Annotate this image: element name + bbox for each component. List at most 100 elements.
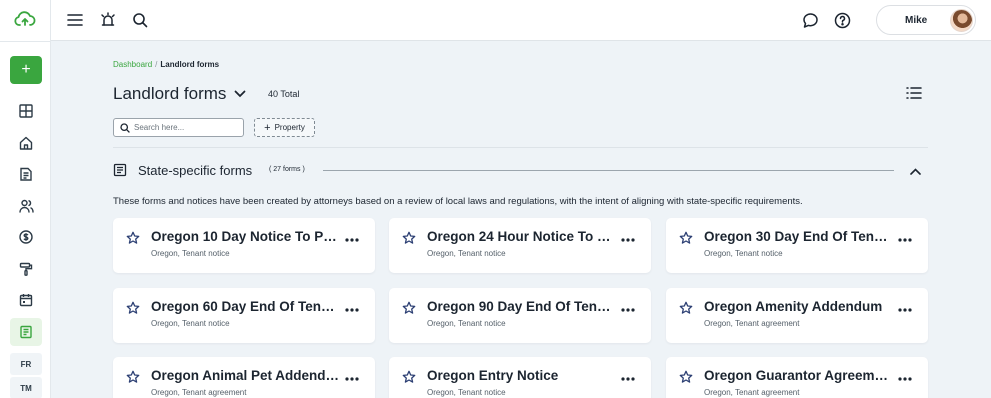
user-name: Mike [905,15,928,26]
grid-icon [19,104,33,118]
sidebar-item-calendar[interactable] [15,289,37,311]
add-button[interactable]: + [10,56,42,84]
form-card-subtitle: Oregon, Tenant notice [427,319,506,328]
chevron-up-icon [909,167,921,175]
form-card[interactable]: Oregon Entry Notice Oregon, Tenant notice [389,357,651,398]
form-card[interactable]: Oregon Guarantor Agreement Oregon, Tenant… [666,357,928,398]
form-card-subtitle: Oregon, Tenant agreement [151,388,247,397]
breadcrumb-dashboard-link[interactable]: Dashboard [113,60,152,69]
star-icon[interactable] [402,301,416,320]
form-card-subtitle: Oregon, Tenant notice [704,249,783,258]
user-menu[interactable]: Mike [876,5,976,35]
sidebar-item-dashboard[interactable] [15,100,37,122]
page-title: Landlord forms [113,84,227,103]
calendar-icon [19,294,33,307]
search-icon[interactable] [129,9,151,31]
property-filter-label: Property [274,123,305,132]
more-options-icon[interactable] [619,234,637,246]
sidebar: + FR TM [0,0,51,398]
divider [113,147,928,148]
total-count: 40 Total [268,89,300,99]
form-card-title: Oregon Entry Notice [427,368,559,383]
section-title: State-specific forms [138,163,253,178]
form-card-subtitle: Oregon, Tenant agreement [704,319,800,328]
form-card-subtitle: Oregon, Tenant notice [151,249,230,258]
breadcrumb: Dashboard / Landlord forms [113,60,219,69]
star-icon[interactable] [402,231,416,250]
form-card-title: Oregon 60 Day End Of Tenancy [151,299,341,314]
form-card[interactable]: Oregon 24 Hour Notice To Vacate Oregon, T… [389,218,651,273]
sidebar-item-forms[interactable] [10,318,42,346]
avatar [950,9,973,32]
forms-icon [20,325,32,339]
sidebar-item-payments[interactable] [15,226,37,248]
list-view-icon[interactable] [906,86,924,102]
add-button-label: + [21,61,31,78]
section-description: These forms and notices have been create… [113,196,803,207]
search-box [113,118,244,137]
search-icon [120,123,130,133]
chevron-down-icon [234,90,246,98]
form-card[interactable]: Oregon 10 Day Notice To Pay Rent Oregon, … [113,218,375,273]
help-icon[interactable] [831,9,853,31]
more-options-icon[interactable] [896,304,914,316]
menu-icon[interactable] [64,9,86,31]
sidebar-item-reports[interactable] [15,163,37,185]
sidebar-badge-tm[interactable]: TM [10,377,42,398]
people-icon [18,199,34,213]
form-card[interactable]: Oregon Animal Pet Addendum Oregon, Tenant… [113,357,375,398]
section-divider [323,170,894,171]
form-card[interactable]: Oregon 30 Day End Of Tenancy Oregon, Tena… [666,218,928,273]
form-card[interactable]: Oregon 90 Day End Of Tenancy Oregon, Tena… [389,288,651,343]
sidebar-item-maintenance[interactable] [15,258,37,280]
form-card-title: Oregon 24 Hour Notice To Vacate [427,229,617,244]
breadcrumb-separator: / [155,60,158,69]
sidebar-item-home[interactable] [15,132,37,154]
page-title-dropdown[interactable]: Landlord forms [113,84,246,104]
search-input[interactable] [134,121,239,134]
more-options-icon[interactable] [896,234,914,246]
form-card-subtitle: Oregon, Tenant notice [151,319,230,328]
star-icon[interactable] [126,370,140,389]
form-card-subtitle: Oregon, Tenant notice [427,249,506,258]
form-card-title: Oregon Guarantor Agreement [704,368,894,383]
more-options-icon[interactable] [619,304,637,316]
form-card-subtitle: Oregon, Tenant agreement [704,388,800,397]
dollar-icon [19,230,33,244]
form-card[interactable]: Oregon Amenity Addendum Oregon, Tenant ag… [666,288,928,343]
star-icon[interactable] [126,231,140,250]
paint-roller-icon [19,262,33,276]
sidebar-badge-fr[interactable]: FR [10,353,42,375]
form-card-title: Oregon 90 Day End Of Tenancy [427,299,617,314]
more-options-icon[interactable] [619,373,637,385]
star-icon[interactable] [679,231,693,250]
alarm-bell-icon[interactable] [97,9,119,31]
form-card-subtitle: Oregon, Tenant notice [427,388,506,397]
forms-list-icon [113,163,127,182]
chat-icon[interactable] [799,9,821,31]
home-icon [19,136,33,150]
star-icon[interactable] [679,301,693,320]
star-icon[interactable] [126,301,140,320]
star-icon[interactable] [679,370,693,389]
form-card-title: Oregon 30 Day End Of Tenancy [704,229,894,244]
breadcrumb-current: Landlord forms [160,60,220,69]
property-filter-button[interactable]: + Property [254,118,315,137]
form-card-title: Oregon 10 Day Notice To Pay Rent [151,229,341,244]
star-icon[interactable] [402,370,416,389]
plus-icon: + [264,121,271,134]
more-options-icon[interactable] [896,373,914,385]
sidebar-item-people[interactable] [15,195,37,217]
cloud-logo-icon[interactable] [12,9,38,29]
collapse-button[interactable] [906,163,924,179]
document-list-icon [20,167,32,181]
more-options-icon[interactable] [343,234,361,246]
sidebar-divider [0,41,51,42]
more-options-icon[interactable] [343,373,361,385]
more-options-icon[interactable] [343,304,361,316]
form-card-title: Oregon Animal Pet Addendum [151,368,341,383]
form-card-title: Oregon Amenity Addendum [704,299,883,314]
form-card[interactable]: Oregon 60 Day End Of Tenancy Oregon, Tena… [113,288,375,343]
section-count: ( 27 forms ) [269,166,305,173]
top-bar: Mike [51,0,991,41]
